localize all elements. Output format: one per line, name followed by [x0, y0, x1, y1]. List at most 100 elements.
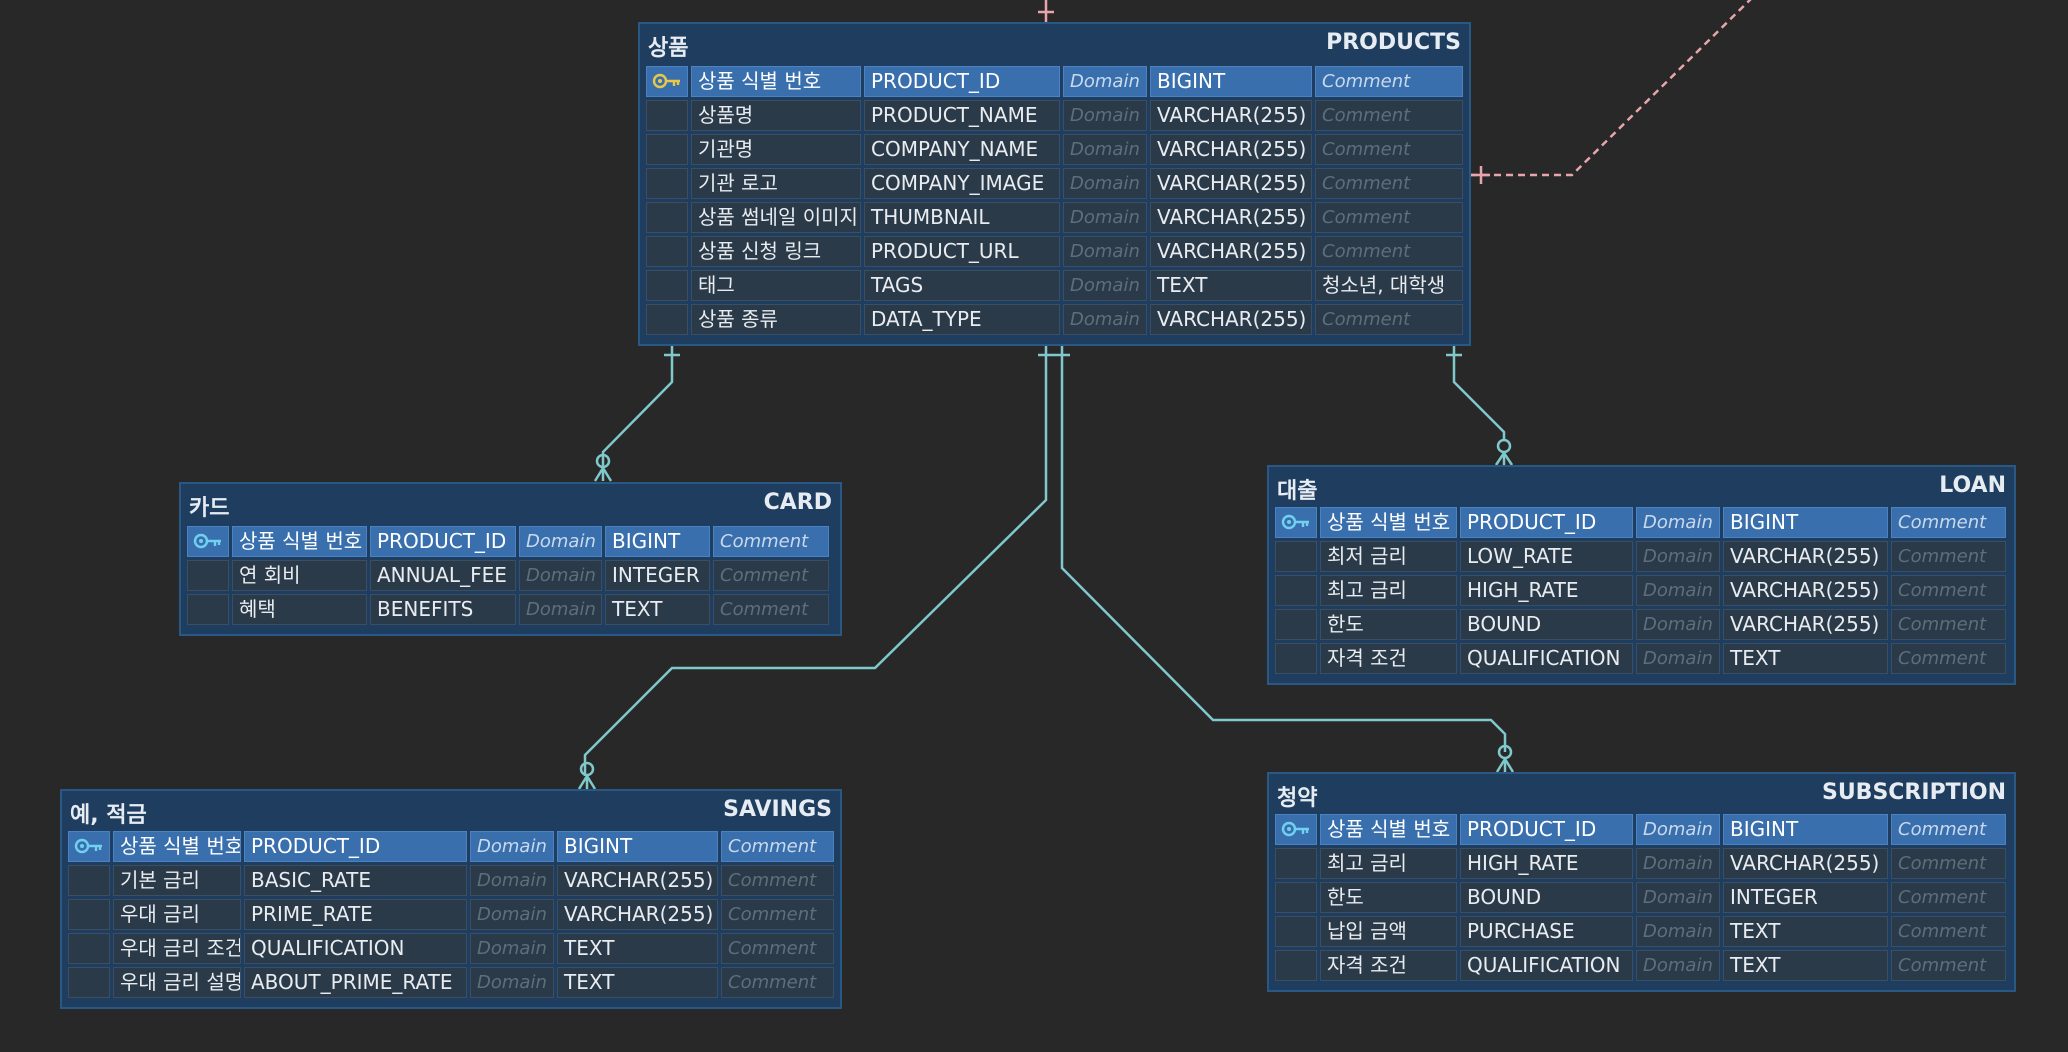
column-physical-name: THUMBNAIL [864, 202, 1060, 233]
column-row[interactable]: 최고 금리 HIGH_RATE Domain VARCHAR(255) Comment [1275, 848, 2008, 882]
column-row[interactable]: 기관명 COMPANY_NAME Domain VARCHAR(255) Comment [646, 134, 1463, 168]
column-comment: Comment [721, 967, 834, 998]
column-logical-name: 최고 금리 [1320, 848, 1457, 879]
column-comment: 청소년, 대학생 [1315, 270, 1463, 301]
relationship-products-card[interactable] [593, 346, 680, 482]
column-physical-name: DATA_TYPE [864, 304, 1060, 335]
column-logical-name: 상품 종류 [691, 304, 861, 335]
column-type: TEXT [1150, 270, 1312, 301]
column-physical-name: PURCHASE [1460, 916, 1633, 947]
column-comment: Comment [1315, 168, 1463, 199]
column-list: 상품 식별 번호 PRODUCT_ID Domain BIGINT Comment 최고 … [1275, 814, 2008, 984]
entity-savings[interactable]: 예, 적금 SAVINGS 상품 식별 번호 PRODUCT_ID Domain BI… [60, 789, 842, 1009]
column-type: VARCHAR(255) [1150, 134, 1312, 165]
column-row[interactable]: 연 회비 ANNUAL_FEE Domain INTEGER Comment [187, 560, 834, 594]
column-list: 상품 식별 번호 PRODUCT_ID Domain BIGINT Comment 연 회… [187, 526, 834, 628]
column-physical-name: BOUND [1460, 882, 1633, 913]
column-row[interactable]: 상품 종류 DATA_TYPE Domain VARCHAR(255) Comment [646, 304, 1463, 338]
column-logical-name: 우대 금리 조건 [113, 933, 241, 964]
column-physical-name: PRODUCT_ID [244, 831, 467, 862]
column-logical-name: 기관명 [691, 134, 861, 165]
entity-products[interactable]: 상품 PRODUCTS 상품 식별 번호 PRODUCT_ID Domain BIGI… [638, 22, 1471, 346]
column-type: VARCHAR(255) [1723, 541, 1888, 572]
column-physical-name: PRODUCT_ID [1460, 814, 1633, 845]
column-logical-name: 납입 금액 [1320, 916, 1457, 947]
column-row[interactable]: 상품 신청 링크 PRODUCT_URL Domain VARCHAR(255) Com… [646, 236, 1463, 270]
column-row[interactable]: 상품 식별 번호 PRODUCT_ID Domain BIGINT Comment [1275, 507, 2008, 541]
column-physical-name: QUALIFICATION [1460, 643, 1633, 674]
column-logical-name: 상품 식별 번호 [691, 66, 861, 97]
column-type: TEXT [1723, 916, 1888, 947]
column-logical-name: 기본 금리 [113, 865, 241, 896]
column-domain: Domain [1636, 541, 1720, 572]
entity-header: 예, 적금 SAVINGS [62, 791, 840, 831]
column-type: VARCHAR(255) [1723, 609, 1888, 640]
column-comment: Comment [721, 899, 834, 930]
column-row[interactable]: 최저 금리 LOW_RATE Domain VARCHAR(255) Comment [1275, 541, 2008, 575]
column-domain: Domain [470, 831, 554, 862]
column-physical-name: HIGH_RATE [1460, 848, 1633, 879]
column-type: VARCHAR(255) [1723, 575, 1888, 606]
key-cell [646, 168, 688, 199]
column-row[interactable]: 상품 식별 번호 PRODUCT_ID Domain BIGINT Comment [646, 66, 1463, 100]
column-row[interactable]: 상품 썸네일 이미지 THUMBNAIL Domain VARCHAR(255) Com… [646, 202, 1463, 236]
column-domain: Domain [1636, 950, 1720, 981]
column-logical-name: 상품 식별 번호 [232, 526, 367, 557]
column-row[interactable]: 상품 식별 번호 PRODUCT_ID Domain BIGINT Comment [187, 526, 834, 560]
column-row[interactable]: 우대 금리 PRIME_RATE Domain VARCHAR(255) Comment [68, 899, 834, 933]
key-cell [68, 831, 110, 862]
column-domain: Domain [1063, 236, 1147, 267]
column-row[interactable]: 상품 식별 번호 PRODUCT_ID Domain BIGINT Comment [1275, 814, 2008, 848]
column-comment: Comment [713, 560, 829, 591]
column-row[interactable]: 태그 TAGS Domain TEXT 청소년, 대학생 [646, 270, 1463, 304]
column-row[interactable]: 한도 BOUND Domain INTEGER Comment [1275, 882, 2008, 916]
key-cell [646, 270, 688, 301]
column-row[interactable]: 납입 금액 PURCHASE Domain TEXT Comment [1275, 916, 2008, 950]
column-comment: Comment [721, 865, 834, 896]
entity-subscription[interactable]: 청약 SUBSCRIPTION 상품 식별 번호 PRODUCT_ID Domain… [1267, 772, 2016, 992]
entity-loan[interactable]: 대출 LOAN 상품 식별 번호 PRODUCT_ID Domain BIGINT Co… [1267, 465, 2016, 685]
key-cell [1275, 507, 1317, 538]
column-row[interactable]: 최고 금리 HIGH_RATE Domain VARCHAR(255) Comment [1275, 575, 2008, 609]
column-row[interactable]: 우대 금리 조건 QUALIFICATION Domain TEXT Comment [68, 933, 834, 967]
column-comment: Comment [713, 526, 829, 557]
entity-card[interactable]: 카드 CARD 상품 식별 번호 PRODUCT_ID Domain BIGINT Co… [179, 482, 842, 636]
column-type: VARCHAR(255) [1723, 848, 1888, 879]
column-type: TEXT [605, 594, 710, 625]
column-physical-name: BENEFITS [370, 594, 516, 625]
column-type: INTEGER [605, 560, 710, 591]
key-cell [1275, 541, 1317, 572]
column-row[interactable]: 한도 BOUND Domain VARCHAR(255) Comment [1275, 609, 2008, 643]
column-comment: Comment [1315, 304, 1463, 335]
column-logical-name: 상품 식별 번호 [113, 831, 241, 862]
column-physical-name: QUALIFICATION [244, 933, 467, 964]
column-row[interactable]: 자격 조건 QUALIFICATION Domain TEXT Comment [1275, 643, 2008, 677]
column-comment: Comment [721, 831, 834, 862]
column-physical-name: PRODUCT_URL [864, 236, 1060, 267]
column-row[interactable]: 우대 금리 설명 ABOUT_PRIME_RATE Domain TEXT Commen… [68, 967, 834, 1001]
column-logical-name: 최저 금리 [1320, 541, 1457, 572]
column-comment: Comment [1891, 609, 2006, 640]
column-row[interactable]: 상품명 PRODUCT_NAME Domain VARCHAR(255) Comment [646, 100, 1463, 134]
entity-logical-name: 예, 적금 [70, 803, 147, 828]
primary-key-icon [1281, 818, 1311, 842]
column-type: VARCHAR(255) [557, 865, 718, 896]
key-cell [646, 66, 688, 97]
column-domain: Domain [470, 967, 554, 998]
key-cell [1275, 848, 1317, 879]
column-comment: Comment [1891, 950, 2006, 981]
column-list: 상품 식별 번호 PRODUCT_ID Domain BIGINT Comment 최저 … [1275, 507, 2008, 677]
entity-physical-name: SAVINGS [723, 797, 832, 822]
column-row[interactable]: 상품 식별 번호 PRODUCT_ID Domain BIGINT Comment [68, 831, 834, 865]
column-row[interactable]: 기관 로고 COMPANY_IMAGE Domain VARCHAR(255) Comm… [646, 168, 1463, 202]
column-comment: Comment [1315, 236, 1463, 267]
column-comment: Comment [1315, 66, 1463, 97]
column-comment: Comment [1315, 134, 1463, 165]
relationship-products-loan[interactable] [1446, 346, 1514, 466]
column-type: VARCHAR(255) [1150, 236, 1312, 267]
column-type: BIGINT [1723, 507, 1888, 538]
column-row[interactable]: 자격 조건 QUALIFICATION Domain TEXT Comment [1275, 950, 2008, 984]
column-row[interactable]: 혜택 BENEFITS Domain TEXT Comment [187, 594, 834, 628]
column-row[interactable]: 기본 금리 BASIC_RATE Domain VARCHAR(255) Comment [68, 865, 834, 899]
entity-header: 청약 SUBSCRIPTION [1269, 774, 2014, 814]
